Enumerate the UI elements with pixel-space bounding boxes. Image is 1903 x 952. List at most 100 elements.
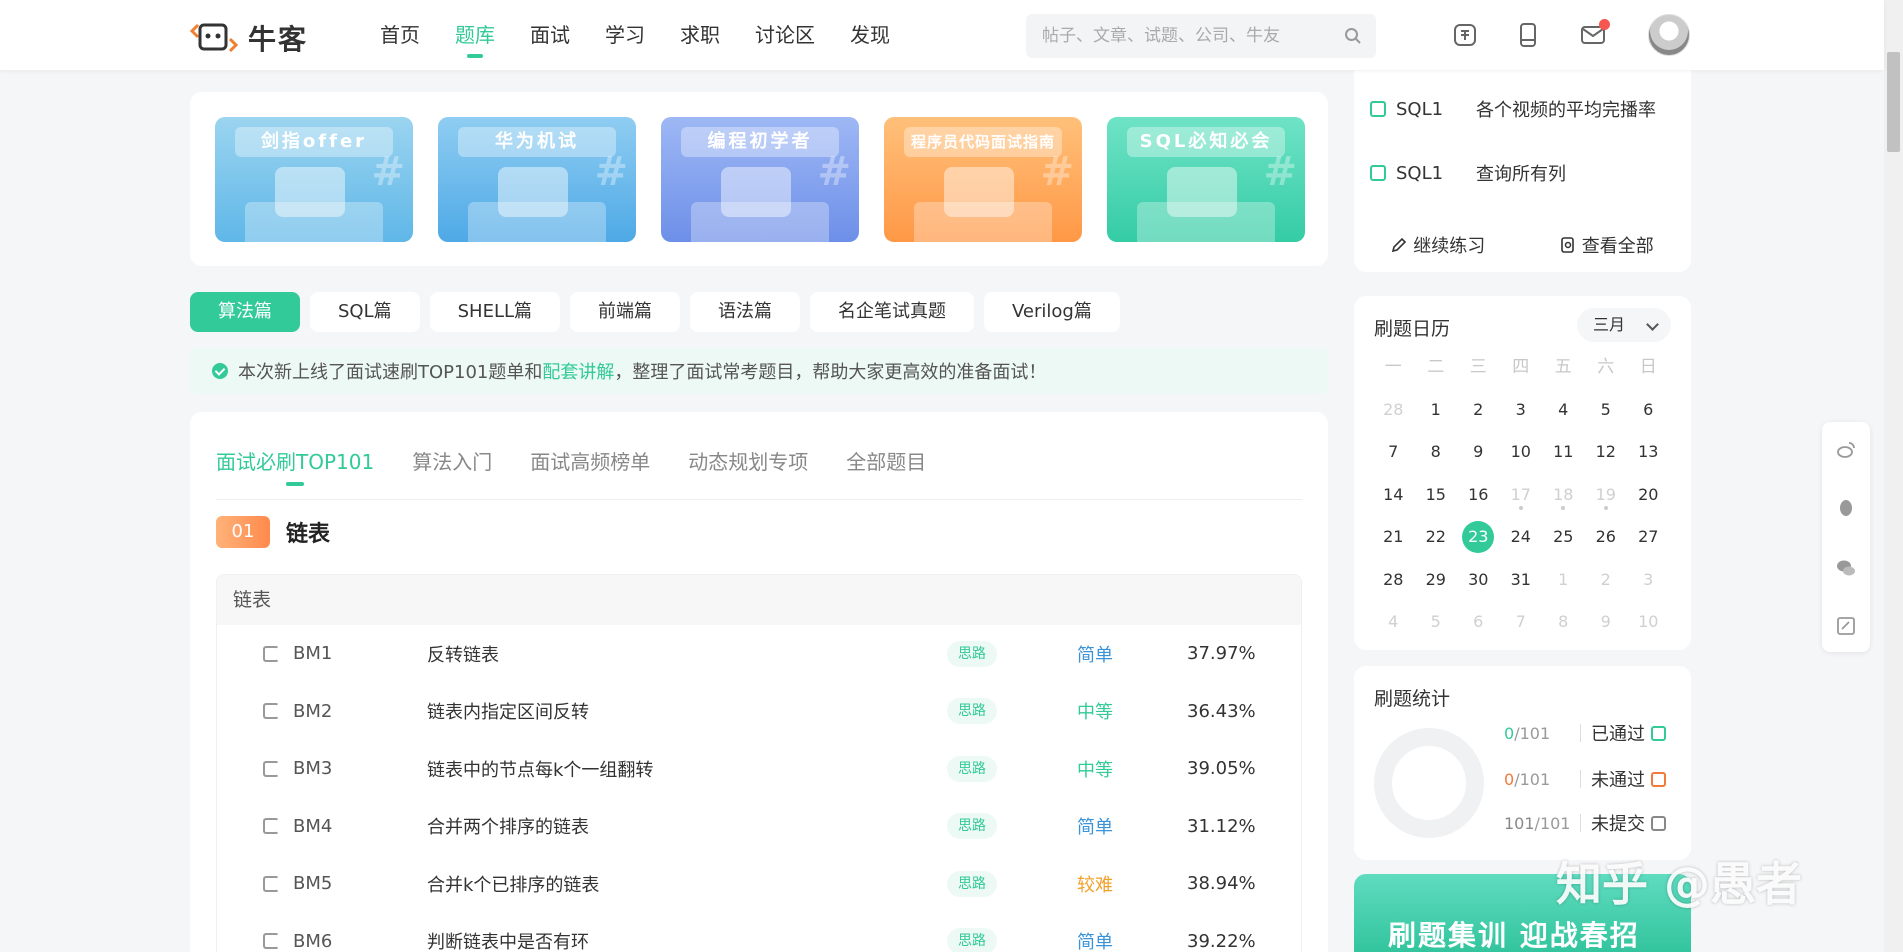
tab-all-questions[interactable]: 全部题目	[846, 446, 926, 475]
calendar-day[interactable]: 16	[1457, 474, 1500, 517]
banner-beginner[interactable]: 编程初学者 #	[661, 117, 859, 242]
calendar-day[interactable]: 13	[1627, 431, 1670, 474]
view-all-button[interactable]: 查看全部	[1560, 232, 1654, 258]
month-select[interactable]: 三月	[1577, 308, 1671, 342]
calendar-day[interactable]: 6	[1627, 389, 1670, 432]
hint-tag[interactable]: 思路	[947, 698, 997, 725]
calendar-day[interactable]: 10	[1627, 601, 1670, 644]
pill-company-exams[interactable]: 名企笔试真题	[810, 292, 975, 332]
calendar-day[interactable]: 19	[1585, 474, 1628, 517]
calendar-day[interactable]: 15	[1415, 474, 1458, 517]
calendar-day[interactable]: 3	[1500, 389, 1543, 432]
table-row[interactable]: BM1 反转链表 思路 简单 37.97%	[217, 625, 1301, 683]
nav-interview[interactable]: 面试	[530, 0, 570, 70]
table-row[interactable]: BM5 合并k个已排序的链表 思路 较难 38.94%	[217, 855, 1301, 913]
calendar-day[interactable]: 5	[1415, 601, 1458, 644]
calendar-day[interactable]: 25	[1542, 516, 1585, 559]
calendar-day[interactable]: 9	[1585, 601, 1628, 644]
table-row[interactable]: BM6 判断链表中是否有环 思路 简单 39.22%	[217, 913, 1301, 952]
avatar[interactable]	[1648, 14, 1690, 56]
calendar-day[interactable]: 18	[1542, 474, 1585, 517]
feedback-icon[interactable]	[1836, 616, 1856, 636]
calendar-day[interactable]: 10	[1500, 431, 1543, 474]
calendar-day[interactable]: 28	[1372, 559, 1415, 602]
calendar-day[interactable]: 7	[1372, 431, 1415, 474]
table-row[interactable]: BM4 合并两个排序的链表 思路 简单 31.12%	[217, 798, 1301, 856]
search-input[interactable]	[1042, 26, 1344, 46]
calendar-day[interactable]: 29	[1415, 559, 1458, 602]
continue-practice-button[interactable]: 继续练习	[1391, 232, 1485, 258]
mail-button[interactable]	[1580, 19, 1610, 48]
nav-learning[interactable]: 学习	[605, 0, 645, 70]
question-title[interactable]: 链表中的节点每k个一组翻转	[427, 756, 653, 782]
pill-shell[interactable]: SHELL篇	[429, 292, 561, 332]
calendar-day[interactable]: 24	[1500, 516, 1543, 559]
question-title[interactable]: 合并两个排序的链表	[427, 813, 589, 839]
nav-question-bank[interactable]: 题库	[455, 0, 495, 70]
logo[interactable]: 牛客	[190, 18, 308, 58]
qq-icon[interactable]	[1836, 498, 1856, 518]
weibo-icon[interactable]	[1836, 440, 1856, 460]
calendar-day[interactable]: 21	[1372, 516, 1415, 559]
notice-link[interactable]: 配套讲解	[542, 358, 614, 384]
pill-verilog[interactable]: Verilog篇	[984, 292, 1120, 332]
hint-tag[interactable]: 思路	[947, 755, 997, 782]
banner-sql[interactable]: SQL必知必会 #	[1107, 117, 1305, 242]
calendar-day[interactable]: 1	[1415, 389, 1458, 432]
page-scrollbar[interactable]	[1884, 0, 1903, 952]
table-row[interactable]: BM2 链表内指定区间反转 思路 中等 36.43%	[217, 683, 1301, 741]
table-row[interactable]: BM3 链表中的节点每k个一组翻转 思路 中等 39.05%	[217, 740, 1301, 798]
hint-tag[interactable]: 思路	[947, 928, 997, 952]
scroll-thumb[interactable]	[1887, 52, 1900, 152]
pill-syntax[interactable]: 语法篇	[690, 292, 801, 332]
nav-jobs[interactable]: 求职	[680, 0, 720, 70]
calendar-day[interactable]: 14	[1372, 474, 1415, 517]
tab-top101[interactable]: 面试必刷TOP101	[216, 446, 374, 486]
wechat-icon[interactable]	[1836, 558, 1856, 578]
calendar-day[interactable]: 7	[1500, 601, 1543, 644]
question-title[interactable]: 合并k个已排序的链表	[427, 871, 599, 897]
pill-algorithm[interactable]: 算法篇	[190, 292, 300, 332]
calendar-day[interactable]: 3	[1627, 559, 1670, 602]
phone-icon[interactable]	[1515, 22, 1541, 48]
banner-jianzhi-offer[interactable]: 剑指offer #	[215, 117, 413, 242]
tab-algorithm-intro[interactable]: 算法入门	[412, 446, 492, 475]
calendar-day[interactable]: 5	[1585, 389, 1628, 432]
calendar-day[interactable]: 27	[1627, 516, 1670, 559]
nav-discussion[interactable]: 讨论区	[755, 0, 815, 70]
calendar-day[interactable]: 12	[1585, 431, 1628, 474]
calendar-day[interactable]: 11	[1542, 431, 1585, 474]
calendar-day[interactable]: 8	[1542, 601, 1585, 644]
calendar-day[interactable]: 17	[1500, 474, 1543, 517]
calendar-day[interactable]: 2	[1457, 389, 1500, 432]
calendar-day[interactable]: 1	[1542, 559, 1585, 602]
pill-frontend[interactable]: 前端篇	[570, 292, 681, 332]
calendar-day[interactable]: 23	[1457, 516, 1500, 559]
tab-dynamic-programming[interactable]: 动态规划专项	[688, 446, 808, 475]
hint-tag[interactable]: 思路	[947, 640, 997, 667]
calendar-day[interactable]: 26	[1585, 516, 1628, 559]
calendar-day[interactable]: 4	[1542, 389, 1585, 432]
calendar-day[interactable]: 6	[1457, 601, 1500, 644]
question-title[interactable]: 判断链表中是否有环	[427, 928, 589, 952]
calendar-day[interactable]: 20	[1627, 474, 1670, 517]
hint-tag[interactable]: 思路	[947, 870, 997, 897]
calendar-day[interactable]: 8	[1415, 431, 1458, 474]
calendar-day[interactable]: 30	[1457, 559, 1500, 602]
nav-home[interactable]: 首页	[380, 0, 420, 70]
hint-tag[interactable]: 思路	[947, 813, 997, 840]
calendar-day[interactable]: 22	[1415, 516, 1458, 559]
calendar-day[interactable]: 2	[1585, 559, 1628, 602]
question-title[interactable]: 反转链表	[427, 641, 499, 667]
recruit-icon[interactable]	[1452, 22, 1478, 48]
pill-sql[interactable]: SQL篇	[310, 292, 420, 332]
banner-huawei[interactable]: 华为机试 #	[438, 117, 636, 242]
recent-item[interactable]: SQL1 查询所有列	[1370, 160, 1566, 186]
recent-item[interactable]: SQL1 各个视频的平均完播率	[1370, 96, 1656, 122]
calendar-day[interactable]: 9	[1457, 431, 1500, 474]
banner-interview-guide[interactable]: 程序员代码面试指南 #	[884, 117, 1082, 242]
calendar-day[interactable]: 4	[1372, 601, 1415, 644]
calendar-day[interactable]: 31	[1500, 559, 1543, 602]
tab-high-frequency[interactable]: 面试高频榜单	[530, 446, 650, 475]
question-title[interactable]: 链表内指定区间反转	[427, 698, 589, 724]
